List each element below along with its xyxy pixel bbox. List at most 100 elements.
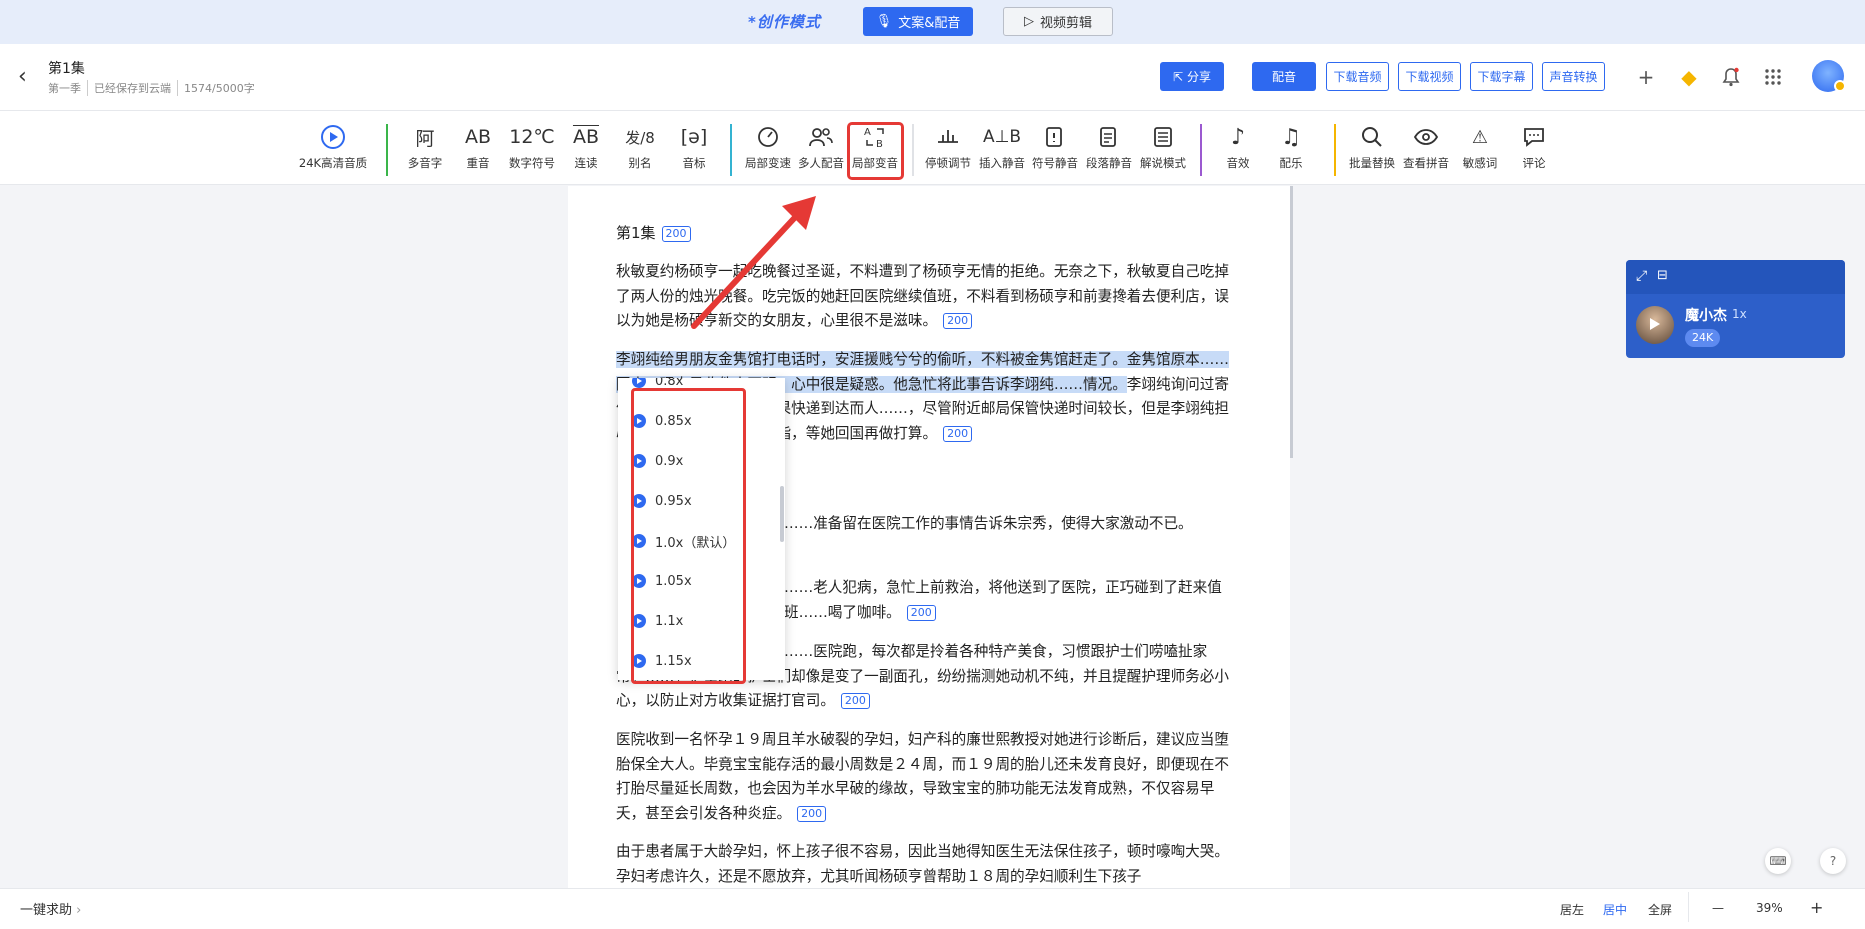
creation-mode-label: *创作模式 xyxy=(748,13,821,31)
char-count-tag[interactable]: 200 xyxy=(840,693,870,709)
document-title: 第1集 xyxy=(48,61,85,77)
tool-label: 段落静音 xyxy=(1086,156,1132,170)
tool-label: 插入静音 xyxy=(979,156,1025,170)
search-icon xyxy=(1360,123,1384,151)
microphone-icon: 🎙 xyxy=(875,14,893,29)
tab-video-edit-label: 视频剪辑 xyxy=(1039,16,1092,31)
tool-label: 重音 xyxy=(466,156,490,170)
tool-label: 音效 xyxy=(1226,156,1250,170)
season-label: 第一季 xyxy=(48,82,81,95)
share-button[interactable]: ⇱ 分享 xyxy=(1160,62,1224,91)
help-button[interactable]: 一键求助 › xyxy=(20,899,81,918)
tool-liaison[interactable]: AB 连读 xyxy=(557,123,615,179)
dub-button[interactable]: 配音 xyxy=(1252,62,1316,91)
tool-multi-voice[interactable]: 多人配音 xyxy=(792,123,850,179)
voice-name: 魔小杰 xyxy=(1685,308,1727,324)
number-icon: 12℃ xyxy=(509,126,555,148)
fullscreen-button[interactable]: 全屏 xyxy=(1648,901,1672,918)
tool-pause-adjust[interactable]: 停顿调节 xyxy=(919,123,977,179)
plus-icon[interactable]: + xyxy=(1633,64,1659,90)
apps-grid-icon[interactable] xyxy=(1760,64,1786,90)
paragraph[interactable]: ……老人犯病，急忙上前救治，将他送到了医院，正巧碰到了赶来值班……喝了咖啡。 20… xyxy=(784,576,1240,625)
tool-sound-effect[interactable]: ♪ 音效 xyxy=(1209,123,1267,179)
tool-label: 符号静音 xyxy=(1032,156,1078,170)
bell-icon[interactable] xyxy=(1718,64,1744,90)
speed-option-label: 0.8x xyxy=(655,378,684,389)
download-video-button[interactable]: 下载视频 xyxy=(1398,62,1461,91)
tool-24k-hd[interactable]: 24K高清音质 xyxy=(299,123,367,179)
sensitive-icon: ⚠ xyxy=(1471,126,1489,148)
tool-music[interactable]: ♫ 配乐 xyxy=(1262,123,1320,179)
tool-narration-mode[interactable]: 解说模式 xyxy=(1134,123,1192,179)
diamond-icon[interactable]: ◆ xyxy=(1676,64,1702,90)
phonetic-icon: [ə] xyxy=(680,126,708,148)
char-count-tag[interactable]: 200 xyxy=(943,313,973,329)
char-count: 1574/5000字 xyxy=(177,80,261,96)
tool-paragraph-silence[interactable]: 段落静音 xyxy=(1080,123,1138,179)
people-icon xyxy=(808,123,834,151)
tool-stress[interactable]: AB 重音 xyxy=(449,123,507,179)
episode-title[interactable]: 第1集 200 xyxy=(616,222,691,243)
document-scrollbar[interactable] xyxy=(1290,186,1293,458)
video-icon: ▷ xyxy=(1023,14,1034,29)
tab-video-edit[interactable]: ▷ 视频剪辑 xyxy=(1003,7,1113,36)
tool-symbol-silence[interactable]: 符号静音 xyxy=(1026,123,1084,179)
share-icon: ⇱ xyxy=(1172,69,1184,84)
tab-copy-dubbing[interactable]: 🎙 文案&配音 xyxy=(863,7,973,36)
align-center-button[interactable]: 居中 xyxy=(1603,901,1627,918)
insert-silence-icon: A⊥B xyxy=(982,127,1022,147)
tool-label: 评论 xyxy=(1522,156,1546,170)
highlight-frame xyxy=(847,122,904,180)
tool-alias[interactable]: 发/8 别名 xyxy=(611,123,669,179)
tool-batch-replace[interactable]: 批量替换 xyxy=(1343,123,1401,179)
paragraph[interactable]: 由于患者属于大龄孕妇，怀上孩子很不容易，因此当她得知医生无法保住孩子，顿时嚎啕大… xyxy=(616,840,1240,886)
liaison-icon: AB xyxy=(572,126,600,148)
tool-label: 数字符号 xyxy=(509,156,555,170)
char-count-tag[interactable]: 200 xyxy=(906,604,936,621)
paragraph-text: ……老人犯病，急忙上前救治，将他送到了医院，正巧碰到了赶来值班……喝了咖啡。 xyxy=(784,579,1222,621)
char-count-tag[interactable]: 200 xyxy=(661,225,691,242)
keyboard-icon[interactable]: ⌨ xyxy=(1765,848,1791,874)
comment-icon xyxy=(1522,123,1546,151)
toolbar-divider xyxy=(1334,124,1336,176)
tool-polyphone[interactable]: 阿 多音字 xyxy=(396,123,454,179)
zoom-level: 39% xyxy=(1756,901,1783,915)
tool-label: 多人配音 xyxy=(798,156,844,170)
tool-label: 停顿调节 xyxy=(925,156,971,170)
document-meta: 第一季 已经保存到云端 1574/5000字 xyxy=(48,80,261,96)
collapse-icon[interactable]: ⊟ xyxy=(1657,268,1668,283)
tool-label: 24K高清音质 xyxy=(298,156,368,170)
tool-sensitive-words[interactable]: ⚠ 敏感词 xyxy=(1451,123,1509,179)
dropdown-scrollbar[interactable] xyxy=(780,486,784,542)
alias-icon: 发/8 xyxy=(625,128,655,147)
tool-number-symbol[interactable]: 12℃ 数字符号 xyxy=(503,123,561,179)
play-icon[interactable] xyxy=(1650,318,1660,330)
paragraph-text: ……准备留在医院工作的事情告诉朱宗秀，使得大家激动不已。 xyxy=(784,515,1193,532)
zoom-out-button[interactable]: — xyxy=(1712,901,1724,915)
zoom-in-button[interactable]: + xyxy=(1810,898,1823,917)
save-status: 已经保存到云端 xyxy=(87,80,177,96)
tool-label: 查看拼音 xyxy=(1403,156,1449,170)
sound-effect-icon: ♪ xyxy=(1230,124,1246,150)
footer-divider xyxy=(1688,892,1689,922)
paragraph[interactable]: 医院收到一名怀孕１９周且羊水破裂的孕妇，妇产科的廉世熙教授对她进行诊断后，建议应… xyxy=(616,728,1240,826)
tool-local-speed[interactable]: 局部变速 xyxy=(739,123,797,179)
download-audio-button[interactable]: 下载音频 xyxy=(1326,62,1389,91)
char-count-tag[interactable]: 200 xyxy=(943,425,973,442)
tool-label: 连读 xyxy=(574,156,598,170)
tool-insert-silence[interactable]: A⊥B 插入静音 xyxy=(973,123,1031,179)
paragraph[interactable]: ……准备留在医院工作的事情告诉朱宗秀，使得大家激动不已。 xyxy=(784,512,1240,537)
footer xyxy=(0,888,1865,929)
tool-comment[interactable]: 评论 xyxy=(1505,123,1563,179)
voice-convert-button[interactable]: 声音转换 xyxy=(1542,62,1605,91)
play-icon xyxy=(632,378,646,388)
back-arrow-icon[interactable]: ‹ xyxy=(18,66,32,88)
char-count-tag[interactable]: 200 xyxy=(797,805,827,822)
annotation-arrow-icon xyxy=(691,196,816,329)
expand-icon[interactable]: ⤢ xyxy=(1636,268,1647,284)
download-subtitle-button[interactable]: 下载字幕 xyxy=(1470,62,1533,91)
help-icon[interactable]: ? xyxy=(1820,848,1846,874)
tool-view-pinyin[interactable]: 查看拼音 xyxy=(1397,123,1455,179)
tool-phonetic[interactable]: [ə] 音标 xyxy=(665,123,723,179)
align-left-button[interactable]: 居左 xyxy=(1560,901,1584,918)
